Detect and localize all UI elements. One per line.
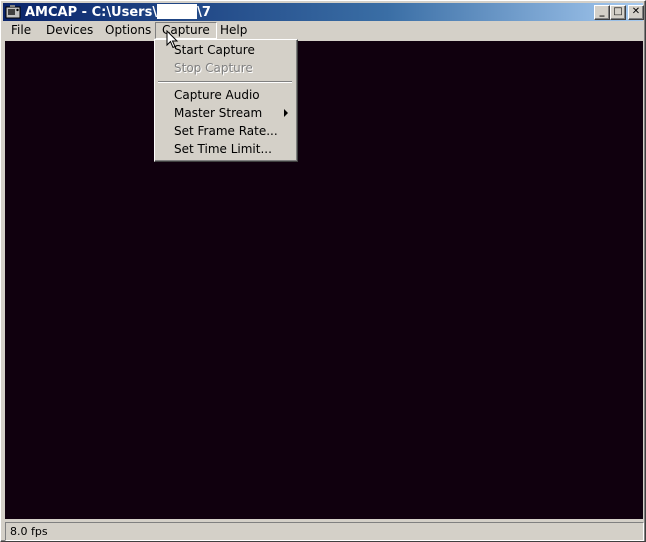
menu-bar: File Devices Options Capture Help <box>3 21 643 40</box>
menu-item-set-frame-rate[interactable]: Set Frame Rate... <box>155 122 295 140</box>
menu-capture[interactable]: Capture <box>155 22 217 39</box>
submenu-arrow-icon <box>284 109 288 117</box>
window-title: AMCAP - C:\Users\ \7 <box>25 4 211 21</box>
window-title-suffix: \7 <box>197 5 211 20</box>
minimize-button[interactable]: _ <box>594 5 610 20</box>
menu-options[interactable]: Options <box>99 22 157 39</box>
close-icon: ✕ <box>631 6 641 17</box>
menu-item-capture-audio[interactable]: Capture Audio <box>155 86 295 104</box>
menu-devices[interactable]: Devices <box>40 22 99 39</box>
maximize-icon: □ <box>613 6 623 17</box>
window-title-prefix: AMCAP - C:\Users\ <box>25 5 158 20</box>
amcap-window: AMCAP - C:\Users\ \7 _ □ ✕ File Devices O… <box>0 0 646 542</box>
menu-item-master-stream-label: Master Stream <box>174 106 263 120</box>
app-icon[interactable] <box>5 4 21 20</box>
fps-readout: 8.0 fps <box>10 525 48 538</box>
menu-file[interactable]: File <box>5 22 37 39</box>
menu-item-set-time-limit[interactable]: Set Time Limit... <box>155 140 295 158</box>
redacted-username <box>157 4 198 19</box>
menu-help[interactable]: Help <box>214 22 253 39</box>
maximize-button[interactable]: □ <box>610 5 626 20</box>
status-bar: 8.0 fps <box>5 522 644 541</box>
close-button[interactable]: ✕ <box>628 5 644 20</box>
minimize-icon: _ <box>599 6 605 17</box>
title-bar[interactable]: AMCAP - C:\Users\ \7 _ □ ✕ <box>3 3 644 21</box>
menu-item-stop-capture[interactable]: Stop Capture <box>155 59 295 77</box>
video-preview <box>5 41 643 519</box>
menu-item-master-stream[interactable]: Master Stream <box>155 104 295 122</box>
menu-separator <box>158 81 292 83</box>
capture-dropdown-menu: Start Capture Stop Capture Capture Audio… <box>154 39 298 162</box>
mouse-pointer-icon <box>166 30 179 49</box>
